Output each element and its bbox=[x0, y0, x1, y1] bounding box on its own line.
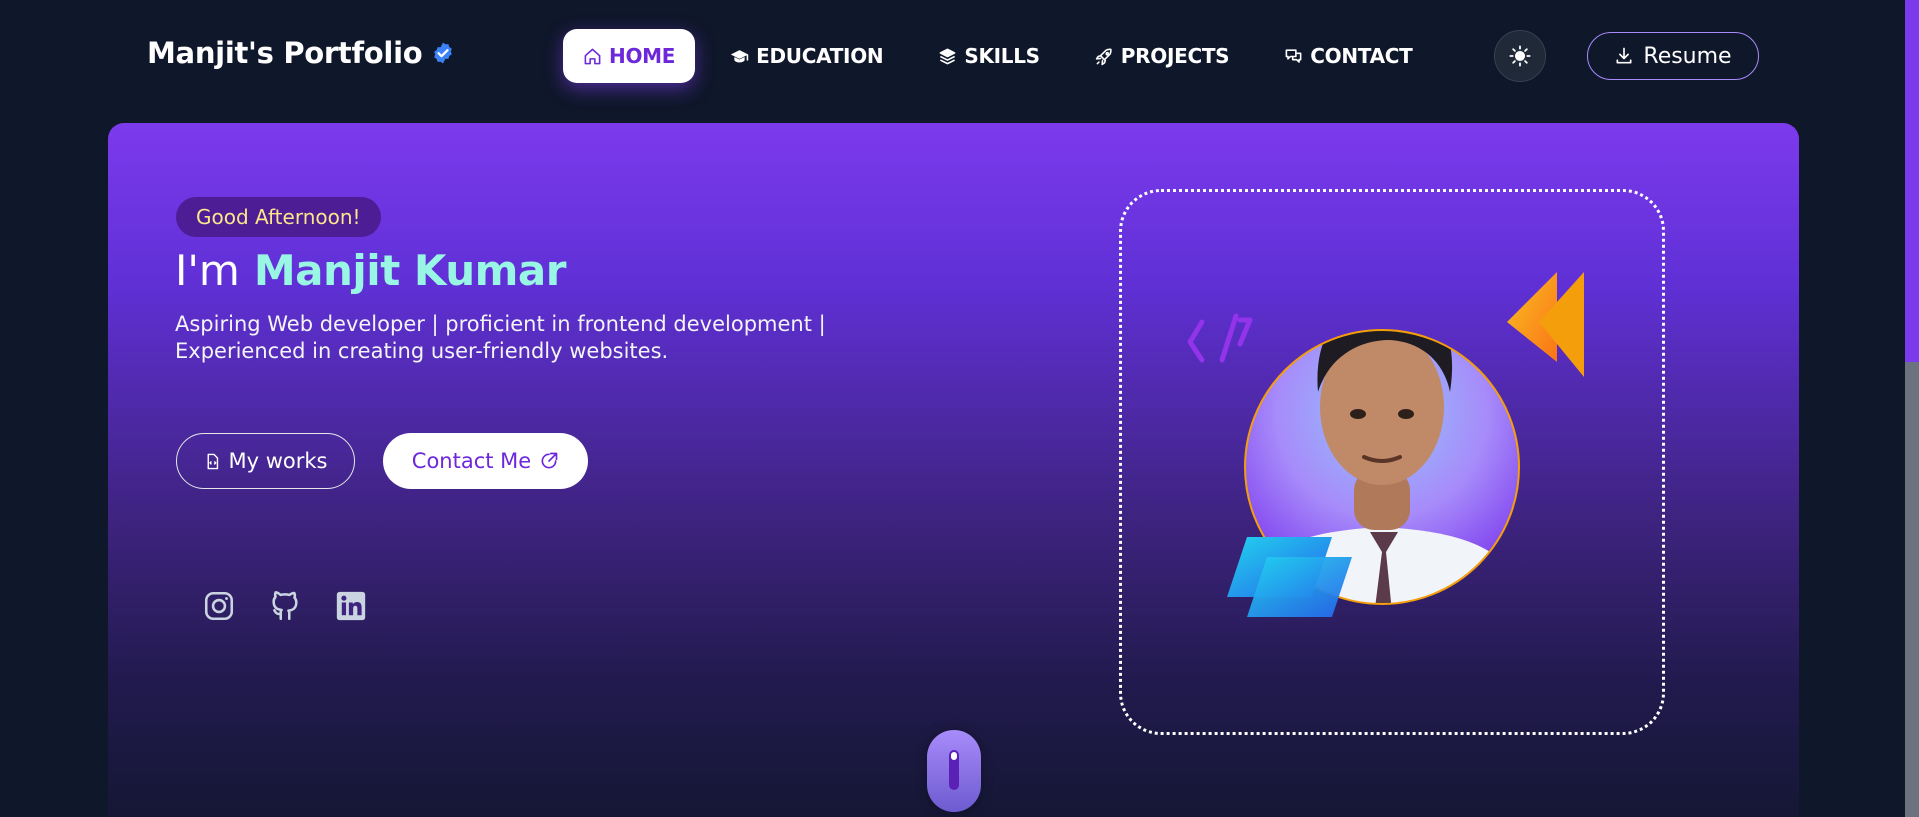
theme-toggle-button[interactable] bbox=[1494, 30, 1546, 82]
brand-title: Manjit's Portfolio bbox=[147, 36, 423, 70]
github-link[interactable] bbox=[268, 589, 302, 623]
sun-icon bbox=[1509, 45, 1531, 67]
nav-item-education[interactable]: EDUCATION bbox=[710, 29, 903, 83]
nav-label: SKILLS bbox=[964, 44, 1040, 68]
linkedin-icon bbox=[336, 591, 366, 621]
linkedin-link[interactable] bbox=[334, 589, 368, 623]
social-links bbox=[202, 589, 368, 623]
nav-item-projects[interactable]: PROJECTS bbox=[1075, 29, 1250, 83]
greeting-badge: Good Afternoon! bbox=[176, 197, 381, 237]
chat-icon bbox=[1285, 48, 1302, 63]
my-works-label: My works bbox=[228, 449, 328, 473]
main-nav: HOME EDUCATION SKILLS PROJECTS CONTACT bbox=[563, 29, 1433, 83]
hero-section: Good Afternoon! I'm Manjit Kumar Aspirin… bbox=[108, 123, 1799, 817]
scrollbar-thumb[interactable] bbox=[1905, 0, 1919, 362]
home-icon bbox=[584, 48, 601, 64]
instagram-link[interactable] bbox=[202, 589, 236, 623]
instagram-icon bbox=[204, 591, 234, 621]
contact-me-button[interactable]: Contact Me bbox=[383, 433, 588, 489]
nav-label: PROJECTS bbox=[1120, 44, 1230, 68]
site-header: Manjit's Portfolio HOME EDUCATION SKILLS… bbox=[0, 0, 1905, 112]
nav-item-home[interactable]: HOME bbox=[563, 29, 696, 83]
profile-illustration bbox=[1187, 272, 1584, 617]
download-icon bbox=[1616, 47, 1632, 64]
intro-prefix: I'm bbox=[175, 246, 240, 295]
verified-badge-icon bbox=[434, 42, 453, 64]
nav-label: CONTACT bbox=[1310, 44, 1413, 68]
nav-label: HOME bbox=[609, 44, 676, 68]
nav-item-contact[interactable]: CONTACT bbox=[1264, 29, 1432, 83]
external-link-icon bbox=[541, 452, 558, 469]
layers-icon bbox=[939, 48, 956, 64]
graduation-cap-icon bbox=[730, 49, 749, 62]
resume-button[interactable]: Resume bbox=[1587, 32, 1759, 80]
scroll-indicator[interactable] bbox=[927, 730, 981, 812]
intro-heading: I'm Manjit Kumar bbox=[175, 246, 566, 295]
profile-image-frame bbox=[1119, 189, 1665, 735]
document-code-icon bbox=[207, 453, 218, 469]
intro-name: Manjit Kumar bbox=[253, 246, 567, 295]
scroll-wheel-dot bbox=[949, 750, 959, 790]
my-works-button[interactable]: My works bbox=[176, 433, 355, 489]
contact-me-label: Contact Me bbox=[411, 449, 532, 473]
brand[interactable]: Manjit's Portfolio bbox=[147, 36, 455, 70]
nav-label: EDUCATION bbox=[756, 44, 884, 68]
code-symbol-icon bbox=[1187, 313, 1253, 363]
page-scrollbar[interactable] bbox=[1905, 0, 1919, 817]
tagline: Aspiring Web developer | proficient in f… bbox=[175, 312, 826, 363]
rocket-icon bbox=[1095, 48, 1112, 65]
resume-label: Resume bbox=[1643, 43, 1732, 69]
nav-item-skills[interactable]: SKILLS bbox=[918, 29, 1059, 83]
arrow-shapes-icon bbox=[1507, 272, 1584, 377]
github-icon bbox=[272, 591, 298, 621]
